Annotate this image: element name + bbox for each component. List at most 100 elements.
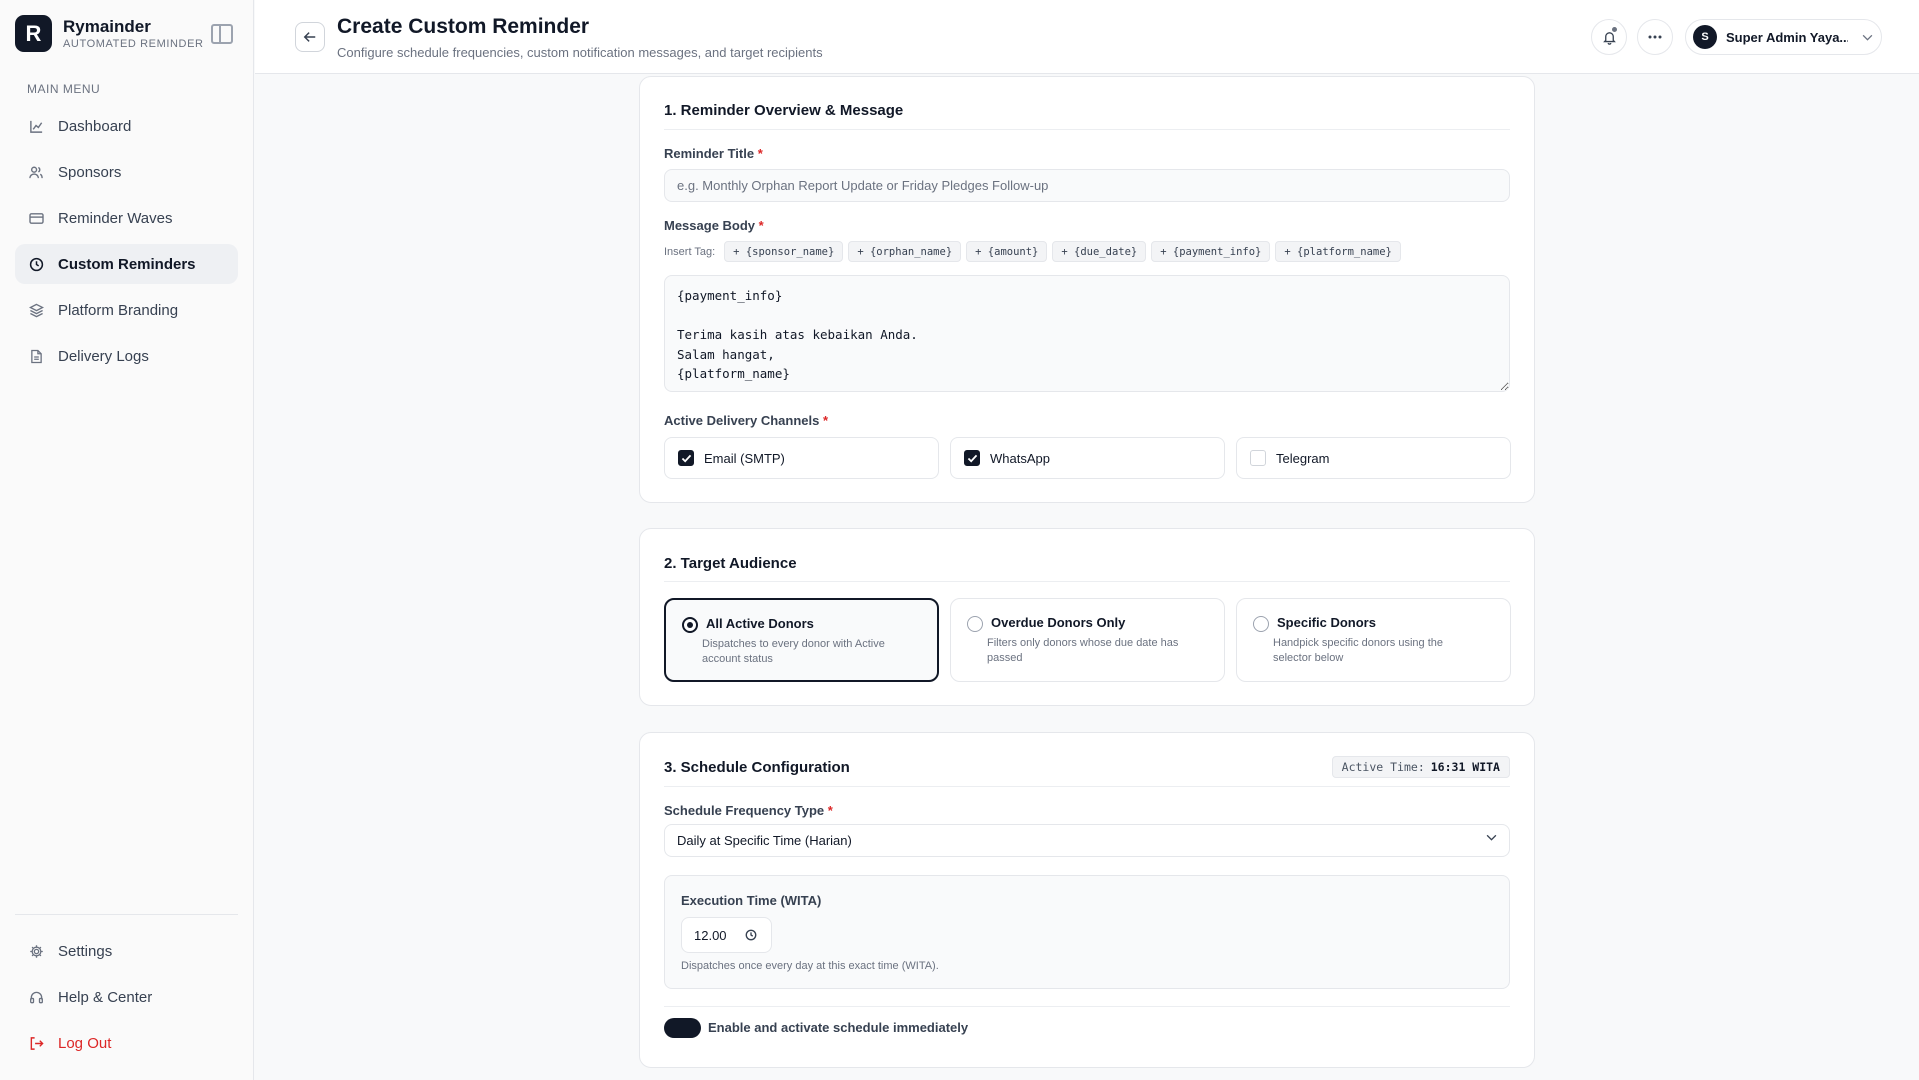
- more-options-button[interactable]: [1637, 19, 1673, 55]
- reminder-title-label: Reminder Title *: [664, 146, 763, 161]
- sidebar-divider: [15, 914, 238, 915]
- activate-schedule-toggle[interactable]: [664, 1018, 701, 1038]
- radio-button[interactable]: [967, 616, 983, 632]
- section-divider: [664, 129, 1510, 130]
- chart-line-icon: [28, 118, 44, 134]
- active-time-label: Active Time:: [1341, 760, 1425, 774]
- main-nav: Dashboard Sponsors Reminder Waves Custom…: [15, 106, 238, 382]
- sidebar-item-custom-reminders[interactable]: Custom Reminders: [15, 244, 238, 284]
- sidebar-item-label: Settings: [58, 942, 113, 960]
- audience-title: Specific Donors: [1277, 615, 1376, 630]
- notifications-button[interactable]: [1591, 19, 1627, 55]
- message-body-textarea[interactable]: {payment_info} Terima kasih atas kebaika…: [664, 275, 1510, 392]
- execution-time-input[interactable]: 12.00: [681, 917, 772, 953]
- sidebar-item-sponsors[interactable]: Sponsors: [15, 152, 238, 192]
- tag-due-date[interactable]: + {due_date}: [1052, 241, 1147, 262]
- audience-specific[interactable]: Specific Donors Handpick specific donors…: [1236, 598, 1511, 682]
- audience-overdue[interactable]: Overdue Donors Only Filters only donors …: [950, 598, 1225, 682]
- required-marker: *: [827, 803, 833, 818]
- tag-payment-info[interactable]: + {payment_info}: [1151, 241, 1271, 262]
- section-divider: [664, 1006, 1510, 1007]
- required-marker: *: [758, 218, 764, 233]
- sidebar-item-label: Dashboard: [58, 117, 132, 135]
- schedule-config-card: 3. Schedule Configuration Active Time: 1…: [639, 732, 1535, 1068]
- execution-time-panel: Execution Time (WITA) 12.00 Dispatches o…: [664, 875, 1510, 989]
- channels-label: Active Delivery Channels *: [664, 413, 828, 428]
- sidebar-item-delivery-logs[interactable]: Delivery Logs: [15, 336, 238, 376]
- sidebar-toggle-icon[interactable]: [211, 24, 233, 44]
- radio-button[interactable]: [682, 617, 698, 633]
- tag-orphan-name[interactable]: + {orphan_name}: [848, 241, 962, 262]
- page-header: Create Custom Reminder Configure schedul…: [255, 0, 1919, 74]
- sidebar-item-label: Delivery Logs: [58, 347, 149, 365]
- label-text: Message Body: [664, 218, 756, 233]
- sidebar-item-logout[interactable]: Log Out: [15, 1023, 238, 1063]
- file-text-icon: [28, 348, 44, 364]
- user-menu-button[interactable]: S Super Admin Yaya...: [1685, 19, 1882, 55]
- checkbox[interactable]: [1250, 450, 1266, 466]
- user-name: Super Admin Yaya...: [1726, 29, 1848, 45]
- message-body-label: Message Body *: [664, 218, 764, 233]
- insert-tag-label: Insert Tag:: [664, 245, 716, 258]
- users-icon: [28, 164, 44, 180]
- back-button[interactable]: [295, 22, 325, 52]
- audience-title: Overdue Donors Only: [991, 615, 1126, 630]
- brand[interactable]: R Rymainder AUTOMATED REMINDER: [15, 15, 204, 52]
- sidebar-item-dashboard[interactable]: Dashboard: [15, 106, 238, 146]
- clock-icon[interactable]: [745, 929, 757, 941]
- notification-dot: [1611, 26, 1618, 33]
- audience-desc: Dispatches to every donor with Active ac…: [702, 638, 885, 665]
- sidebar-item-label: Custom Reminders: [58, 255, 196, 273]
- audience-all-active[interactable]: All Active Donors Dispatches to every do…: [664, 598, 939, 682]
- checkbox[interactable]: [678, 450, 694, 466]
- section-divider: [664, 581, 1510, 582]
- channel-whatsapp[interactable]: WhatsApp: [950, 437, 1225, 479]
- channel-email[interactable]: Email (SMTP): [664, 437, 939, 479]
- required-marker: *: [757, 146, 763, 161]
- bottom-nav: Settings Help & Center Log Out: [15, 931, 238, 1069]
- tag-amount[interactable]: + {amount}: [966, 241, 1048, 262]
- brand-name: Rymainder: [63, 16, 151, 36]
- sidebar-item-platform-branding[interactable]: Platform Branding: [15, 290, 238, 330]
- reminder-overview-card: 1. Reminder Overview & Message Reminder …: [639, 76, 1535, 503]
- sidebar-item-settings[interactable]: Settings: [15, 931, 238, 971]
- active-time-badge: Active Time: 16:31 WITA: [1331, 756, 1510, 778]
- headset-icon: [28, 989, 44, 1005]
- check-icon: [681, 454, 691, 462]
- channel-telegram[interactable]: Telegram: [1236, 437, 1511, 479]
- gear-icon: [28, 943, 44, 959]
- tag-platform-name[interactable]: + {platform_name}: [1275, 241, 1401, 262]
- sidebar-item-label: Platform Branding: [58, 301, 179, 319]
- frequency-label: Schedule Frequency Type *: [664, 803, 833, 818]
- required-marker: *: [822, 413, 829, 428]
- tag-sponsor-name[interactable]: + {sponsor_name}: [724, 241, 844, 262]
- avatar: S: [1693, 25, 1717, 49]
- sidebar-item-reminder-waves[interactable]: Reminder Waves: [15, 198, 238, 238]
- layers-icon: [28, 302, 44, 318]
- frequency-value: Daily at Specific Time (Harian): [677, 833, 852, 848]
- frequency-select[interactable]: Daily at Specific Time (Harian): [664, 824, 1510, 857]
- brand-subtitle: AUTOMATED REMINDER: [63, 37, 204, 50]
- audience-title: All Active Donors: [706, 616, 814, 631]
- audience-desc: Filters only donors whose due date has p…: [987, 637, 1179, 664]
- active-time-value: 16:31 WITA: [1430, 760, 1500, 774]
- check-icon: [967, 454, 977, 462]
- label-text: Reminder Title: [664, 146, 755, 161]
- arrow-left-icon: [303, 32, 316, 42]
- section-divider: [664, 786, 1510, 787]
- checkbox[interactable]: [964, 450, 980, 466]
- reminder-title-input[interactable]: [664, 169, 1510, 202]
- toggle-label: Enable and activate schedule immediately: [708, 1020, 969, 1035]
- sidebar-item-label: Sponsors: [58, 163, 122, 181]
- radio-button[interactable]: [1253, 616, 1269, 632]
- logout-icon: [28, 1035, 44, 1051]
- label-text: Active Delivery Channels: [664, 413, 820, 428]
- section-title: 2. Target Audience: [664, 555, 797, 572]
- sidebar-item-label: Reminder Waves: [58, 209, 173, 227]
- sidebar-item-help-center[interactable]: Help & Center: [15, 977, 238, 1017]
- chevron-down-icon: [1862, 34, 1873, 41]
- target-audience-card: 2. Target Audience All Active Donors Dis…: [639, 528, 1535, 706]
- label-text: Schedule Frequency Type: [664, 803, 825, 818]
- channel-label: WhatsApp: [990, 450, 1050, 466]
- clock-icon: [28, 256, 44, 272]
